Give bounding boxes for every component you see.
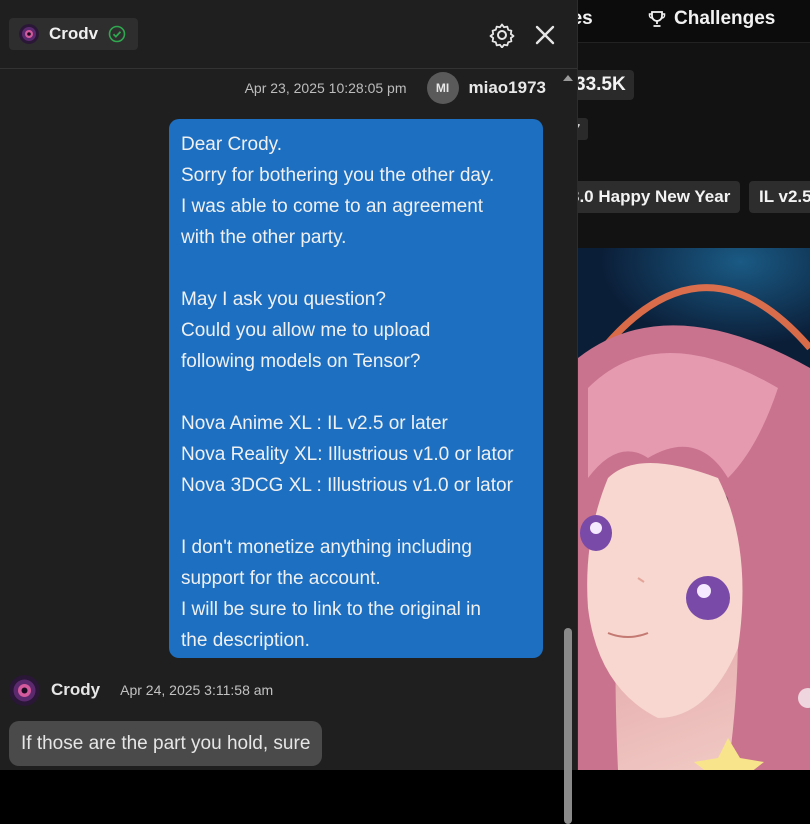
chat-user-name: Crodv bbox=[49, 24, 99, 43]
incoming-message-bubble: If those are the part you hold, sure bbox=[9, 721, 323, 766]
tag-il-v25[interactable]: IL v2.5 bbox=[749, 181, 810, 213]
nav-challenges-label: Challenges bbox=[674, 8, 776, 29]
anime-illustration bbox=[578, 248, 810, 770]
scroll-up-arrow-icon[interactable] bbox=[562, 72, 574, 84]
message-line: Could you allow me to upload bbox=[181, 320, 431, 341]
message-line: following models on Tensor? bbox=[181, 351, 421, 372]
verified-check-icon bbox=[108, 25, 126, 43]
message-line: I was able to come to an agreement bbox=[181, 196, 484, 217]
trophy-icon bbox=[648, 11, 666, 27]
message-line: Sorry for bothering you the other day. bbox=[181, 165, 495, 186]
chat-panel: Crodv Apr 23, 2025 10:28:05 pm MI miao19… bbox=[0, 0, 578, 824]
close-icon[interactable] bbox=[532, 22, 558, 48]
message-line: support for the account. bbox=[181, 568, 381, 589]
message-line bbox=[181, 377, 531, 408]
message-line: with the other party. bbox=[181, 227, 347, 248]
outgoing-timestamp: Apr 23, 2025 10:28:05 pm bbox=[244, 80, 407, 96]
chat-scrollbar[interactable] bbox=[562, 72, 574, 824]
chat-header: Crodv bbox=[0, 0, 577, 69]
user-avatar bbox=[19, 24, 39, 44]
message-line bbox=[181, 253, 531, 284]
incoming-message-meta: Crody Apr 24, 2025 3:11:58 am bbox=[9, 674, 273, 706]
message-line: Nova Anime XL : IL v2.5 or later bbox=[181, 413, 448, 434]
message-line: I will be sure to link to the original i… bbox=[181, 599, 481, 620]
message-line: May I ask you question? bbox=[181, 289, 386, 310]
tag-happy-new-year[interactable]: 3.0 Happy New Year bbox=[560, 181, 741, 213]
message-line: Nova 3DCG XL : Illustrious v1.0 or lator bbox=[181, 475, 513, 496]
crody-avatar[interactable] bbox=[9, 674, 40, 706]
message-line: Dear Crody. bbox=[181, 134, 283, 155]
incoming-timestamp: Apr 24, 2025 3:11:58 am bbox=[120, 682, 274, 698]
outgoing-message-bubble: Dear Crody. Sorry for bothering you the … bbox=[169, 119, 543, 658]
outgoing-sender-name: miao1973 bbox=[468, 78, 547, 97]
message-line bbox=[181, 501, 531, 532]
sender-avatar: MI bbox=[426, 72, 459, 104]
nav-item-challenges[interactable]: Challenges bbox=[648, 8, 775, 30]
message-line: I don't monetize anything including bbox=[181, 537, 472, 558]
message-line: Nova Reality XL: Illustrious v1.0 or lat… bbox=[181, 444, 514, 465]
message-line: the description. bbox=[181, 630, 310, 651]
model-preview-image[interactable] bbox=[578, 248, 810, 770]
chat-user-chip[interactable]: Crodv bbox=[9, 18, 139, 50]
gear-icon[interactable] bbox=[489, 22, 515, 48]
outgoing-message-meta: Apr 23, 2025 10:28:05 pm MI miao1973 bbox=[236, 72, 546, 104]
incoming-sender-name: Crody bbox=[51, 680, 101, 699]
scroll-thumb[interactable] bbox=[564, 628, 572, 824]
